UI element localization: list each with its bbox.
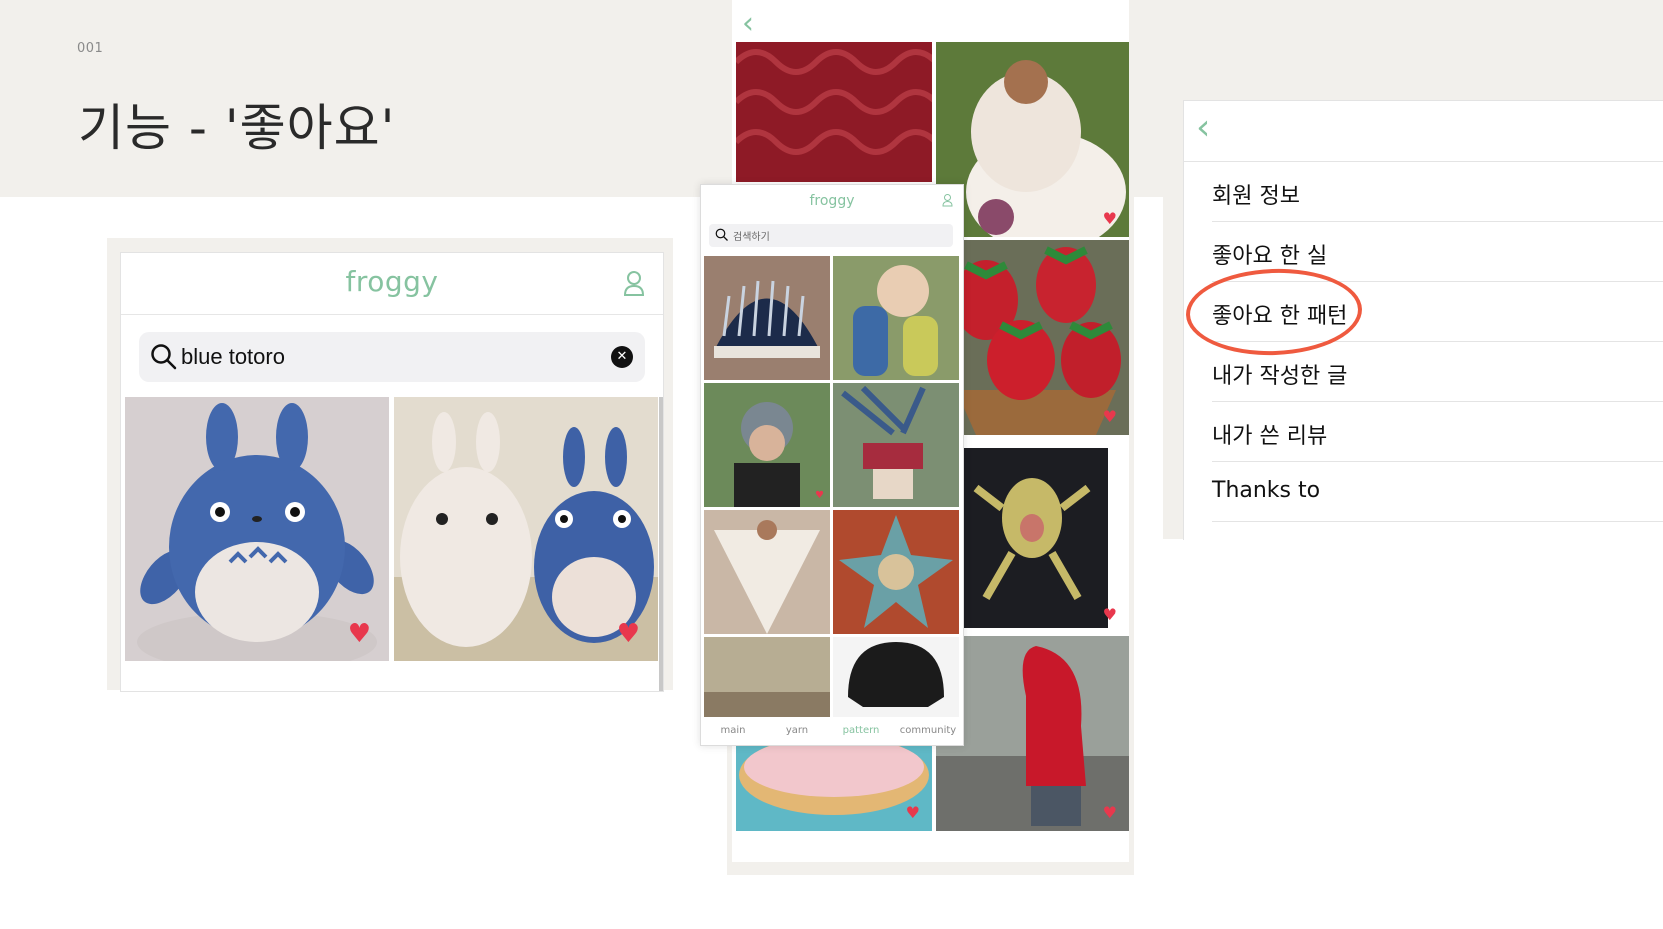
user-icon[interactable] xyxy=(623,270,645,296)
pattern-tile[interactable] xyxy=(833,383,959,507)
search-bar[interactable]: blue totoro ✕ xyxy=(139,332,645,382)
star-doily-image xyxy=(833,510,959,634)
lace-shawl-image xyxy=(704,510,830,634)
clear-icon[interactable]: ✕ xyxy=(611,346,633,368)
pattern-tile[interactable]: ♥ xyxy=(936,240,1129,435)
search-placeholder[interactable]: 검색하기 xyxy=(733,228,770,243)
frog-frame-image xyxy=(936,438,1129,633)
mittens-image xyxy=(833,256,959,380)
pattern-tile[interactable]: ♥ xyxy=(936,42,1129,237)
search-screen: froggy blue totoro ✕ ♥ ♥ xyxy=(120,252,664,692)
brand-logo: froggy xyxy=(809,193,855,209)
search-bar[interactable]: 검색하기 xyxy=(709,224,953,247)
pattern-tile[interactable]: ♥ xyxy=(736,745,932,831)
scrollbar[interactable] xyxy=(659,397,663,691)
tab-community[interactable]: community xyxy=(893,725,963,736)
heart-icon[interactable]: ♥ xyxy=(348,621,371,647)
result-card[interactable]: ♥ xyxy=(394,397,658,661)
pattern-tile[interactable]: ♥ xyxy=(936,438,1129,633)
pattern-tile[interactable] xyxy=(833,256,959,380)
red-hood-image xyxy=(936,636,1129,831)
back-chevron-icon[interactable]: ‹ xyxy=(742,6,754,41)
tab-yarn[interactable]: yarn xyxy=(765,725,829,736)
heart-icon[interactable]: ♥ xyxy=(1103,409,1117,425)
tree-hat-image xyxy=(704,256,830,380)
donut-cushion-image xyxy=(736,745,932,831)
menu-item-profile[interactable]: 회원 정보 xyxy=(1212,162,1663,222)
pattern-tile[interactable] xyxy=(704,510,830,634)
heart-icon[interactable]: ♥ xyxy=(1103,607,1117,623)
pattern-tile[interactable]: ♥ xyxy=(704,383,830,507)
slide-number: 001 xyxy=(77,41,104,56)
pattern-tile[interactable] xyxy=(833,510,959,634)
pattern-tile[interactable] xyxy=(704,637,830,717)
heart-icon[interactable]: ♥ xyxy=(1103,211,1117,227)
user-icon[interactable] xyxy=(942,193,953,207)
tab-pattern[interactable]: pattern xyxy=(829,725,893,736)
search-icon xyxy=(151,344,177,370)
heart-icon[interactable]: ♥ xyxy=(617,621,640,647)
pattern-phone-screen: froggy 검색하기 ♥ main yarn pattern communit… xyxy=(700,184,964,746)
tab-main[interactable]: main xyxy=(701,725,765,736)
bridal-shawl-image xyxy=(936,42,1129,237)
menu-item-my-reviews[interactable]: 내가 쓴 리뷰 xyxy=(1212,402,1663,462)
back-chevron-icon[interactable]: ‹ xyxy=(1196,107,1210,148)
heart-icon[interactable]: ♥ xyxy=(815,491,824,501)
pattern-tile[interactable] xyxy=(833,637,959,717)
bottom-tab-bar: main yarn pattern community xyxy=(701,719,963,745)
pattern-tile[interactable]: ♥ xyxy=(936,636,1129,831)
slide-title: 기능 - '좋아요' xyxy=(78,99,396,157)
heart-icon[interactable]: ♥ xyxy=(906,805,920,821)
result-card[interactable]: ♥ xyxy=(125,397,389,661)
strawberries-image xyxy=(936,240,1129,435)
menu-item-thanks[interactable]: Thanks to xyxy=(1212,462,1663,522)
search-input[interactable]: blue totoro xyxy=(181,344,285,370)
black-turban-image xyxy=(833,637,959,717)
brand-logo: froggy xyxy=(345,265,439,298)
search-icon xyxy=(715,228,728,241)
cabled-hat-image xyxy=(704,383,830,507)
heart-icon[interactable]: ♥ xyxy=(1103,805,1117,821)
pattern-tile[interactable] xyxy=(736,42,932,182)
knit-blanket-image xyxy=(704,637,830,717)
pattern-tile[interactable] xyxy=(704,256,830,380)
wristwarmers-image xyxy=(833,383,959,507)
app-header: froggy xyxy=(121,253,663,315)
red-lace-image xyxy=(736,42,932,182)
